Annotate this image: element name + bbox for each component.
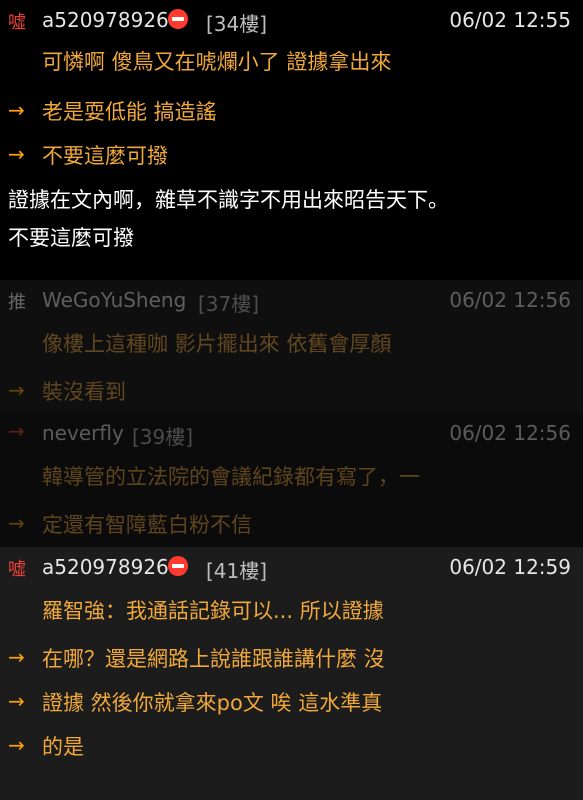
comment-header: → neverfly [39樓] 06/02 12:56 <box>0 413 583 453</box>
comment-text: 韓導管的立法院的會議紀錄都有寫了，一 <box>42 465 420 489</box>
comment-block: → neverfly [39樓] 06/02 12:56 韓導管的立法院的會議紀… <box>0 413 583 547</box>
floor-number[interactable]: [34樓] <box>206 8 267 37</box>
arrow-icon: → <box>8 98 25 122</box>
comment-line: → 不要這麼可撥 <box>0 138 583 176</box>
push-tag: 推 <box>8 292 26 313</box>
arrow-icon: → <box>8 689 25 713</box>
floor-number[interactable]: [37樓] <box>198 288 259 317</box>
comment-block: 噓 a520978926 [34樓] 06/02 12:55 可憐啊 傻鳥又在唬… <box>0 0 583 280</box>
arrow-icon: → <box>8 378 25 402</box>
comment-line: → 在哪？還是網路上說誰跟誰講什麼 沒 <box>0 641 583 679</box>
timestamp: 06/02 12:56 <box>449 288 571 312</box>
arrow-icon: → <box>8 645 25 669</box>
comment-line: 羅智強：我通話記錄可以... 所以證據 <box>0 593 583 631</box>
user-id[interactable]: a520978926 <box>42 555 169 579</box>
comment-line: 韓導管的立法院的會議紀錄都有寫了，一 <box>0 459 583 497</box>
boo-tag: 噓 <box>8 12 26 33</box>
timestamp: 06/02 12:56 <box>449 421 571 445</box>
timestamp: 06/02 12:59 <box>449 555 571 579</box>
comment-header: 推 WeGoYuSheng [37樓] 06/02 12:56 <box>0 280 583 320</box>
comment-header: 噓 a520978926 [41樓] 06/02 12:59 <box>0 547 583 587</box>
comment-text: 可憐啊 傻鳥又在唬爛小了 證據拿出來 <box>42 50 392 74</box>
user-id[interactable]: neverfly <box>42 421 124 445</box>
arrow-icon: → <box>8 142 25 166</box>
blocked-icon <box>168 556 188 576</box>
arrow-icon: → <box>8 733 25 757</box>
comment-header: 噓 a520978926 [34樓] 06/02 12:55 <box>0 0 583 40</box>
floor-number[interactable]: [39樓] <box>132 421 193 450</box>
boo-tag: 噓 <box>8 559 26 580</box>
comment-text: 羅智強：我通話記錄可以... 所以證據 <box>42 599 384 623</box>
comment-text: 不要這麼可撥 <box>42 144 168 168</box>
timestamp: 06/02 12:55 <box>449 8 571 32</box>
comment-text: 證據 然後你就拿來po文 唉 這水準真 <box>42 691 383 715</box>
comment-line: → 老是耍低能 搞造謠 <box>0 94 583 132</box>
floor-number[interactable]: [41樓] <box>206 555 267 584</box>
comment-line: 可憐啊 傻鳥又在唬爛小了 證據拿出來 <box>0 44 583 82</box>
arrow-icon: → <box>8 511 25 535</box>
comment-text: 在哪？還是網路上說誰跟誰講什麼 沒 <box>42 647 385 671</box>
comment-text: 老是耍低能 搞造謠 <box>42 100 217 124</box>
comment-text: 裝沒看到 <box>42 380 126 404</box>
op-reply-text: 不要這麼可撥 <box>8 226 134 250</box>
comment-line: → 定還有智障藍白粉不信 <box>0 507 583 545</box>
user-id[interactable]: a520978926 <box>42 8 169 32</box>
comment-line: → 的是 <box>0 729 583 767</box>
comment-line: → 證據 然後你就拿來po文 唉 這水準真 <box>0 685 583 723</box>
op-reply-text: 證據在文內啊，雜草不識字不用出來昭告天下。 <box>8 188 449 212</box>
comment-line: 像樓上這種咖 影片擺出來 依舊會厚顏 <box>0 326 583 364</box>
comment-text: 的是 <box>42 735 84 759</box>
blocked-icon <box>168 9 188 29</box>
arrow-tag: → <box>8 419 25 443</box>
user-id[interactable]: WeGoYuSheng <box>42 288 186 312</box>
comment-text: 像樓上這種咖 影片擺出來 依舊會厚顏 <box>42 332 392 356</box>
comment-block: 噓 a520978926 [41樓] 06/02 12:59 羅智強：我通話記錄… <box>0 547 583 800</box>
comment-line: → 裝沒看到 <box>0 374 583 412</box>
comment-text: 定還有智障藍白粉不信 <box>42 513 252 537</box>
comment-block: 推 WeGoYuSheng [37樓] 06/02 12:56 像樓上這種咖 影… <box>0 280 583 413</box>
